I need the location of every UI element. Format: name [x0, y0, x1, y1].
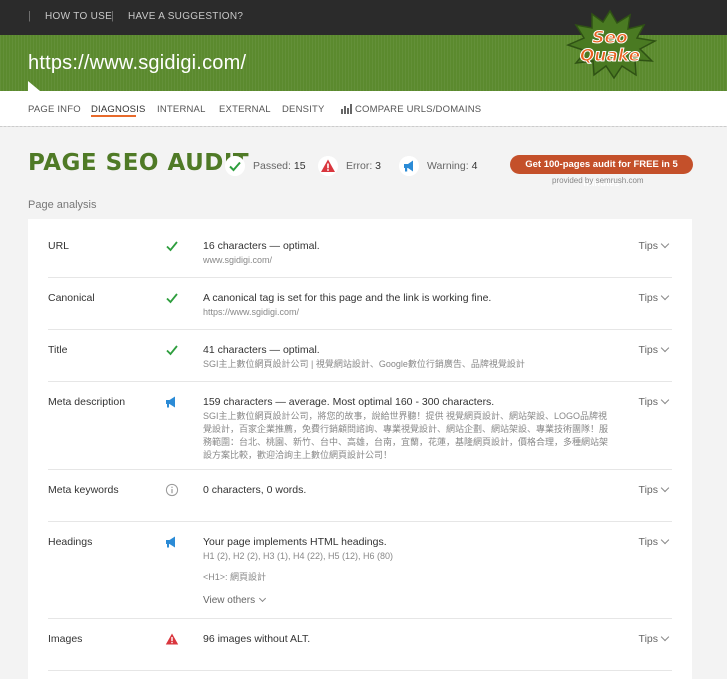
tab-internal[interactable]: INTERNAL	[157, 104, 206, 115]
tips-toggle[interactable]: Tips	[638, 395, 670, 408]
tips-toggle[interactable]: Tips	[638, 291, 670, 304]
nav-tabs: PAGE INFO DIAGNOSIS INTERNAL EXTERNAL DE…	[0, 91, 727, 127]
error-label: Error:	[346, 160, 373, 172]
row-primary-text: 16 characters — optimal.	[203, 240, 320, 252]
row-primary-text: 41 characters — optimal.	[203, 344, 320, 356]
row-name: Images	[48, 633, 83, 645]
table-row: Canonical A canonical tag is set for thi…	[48, 291, 672, 330]
row-secondary-text: H1 (2), H2 (2), H3 (1), H4 (22), H5 (12)…	[203, 551, 394, 561]
tab-diagnosis[interactable]: DIAGNOSIS	[91, 104, 146, 115]
row-secondary-text: www.sgidigi.com/	[203, 255, 273, 265]
table-row: Title 41 characters — optimal. SGI主上數位網頁…	[48, 343, 672, 382]
row-primary-text: 159 characters — average. Most optimal 1…	[203, 396, 495, 408]
check-icon	[166, 345, 178, 356]
table-row: URL 16 characters — optimal. www.sgidigi…	[48, 239, 672, 278]
tab-external[interactable]: EXTERNAL	[219, 104, 271, 115]
error-icon	[165, 633, 179, 645]
table-row: Meta description 159 characters — averag…	[48, 395, 672, 470]
row-primary-text: Your page implements HTML headings.	[203, 536, 387, 548]
passed-label: Passed:	[253, 160, 291, 172]
tips-label: Tips	[638, 536, 658, 548]
row-primary-text: A canonical tag is set for this page and…	[203, 292, 492, 304]
tips-label: Tips	[638, 292, 658, 304]
chevron-down-icon	[259, 594, 267, 603]
provided-by-text: provided by semrush.com	[552, 176, 644, 185]
row-name: Headings	[48, 536, 93, 548]
tips-toggle[interactable]: Tips	[638, 483, 670, 496]
row-primary-text: 0 characters, 0 words.	[203, 484, 307, 496]
view-others-label: View others	[203, 595, 256, 606]
chevron-down-icon	[660, 632, 670, 642]
active-tab-indicator	[91, 115, 136, 117]
row-name: Canonical	[48, 292, 95, 304]
row-primary-text: 96 images without ALT.	[203, 633, 311, 645]
row-name: Meta keywords	[48, 484, 119, 496]
tips-toggle[interactable]: Tips	[638, 239, 670, 252]
suggestion-link[interactable]: HAVE A SUGGESTION?	[128, 11, 243, 22]
logo-text-line2: Quake	[580, 46, 640, 66]
table-row: Headings Your page implements HTML headi…	[48, 535, 672, 619]
row-secondary-text: https://www.sgidigi.com/	[203, 307, 300, 317]
seoquake-logo: Seo Quake	[565, 9, 658, 79]
page-title: PAGE SEO AUDIT	[28, 150, 250, 176]
passed-count: 15	[293, 160, 306, 172]
row-name: URL	[48, 240, 70, 252]
chevron-down-icon	[660, 343, 670, 353]
tips-toggle[interactable]: Tips	[638, 343, 670, 356]
megaphone-icon	[166, 536, 175, 548]
chevron-down-icon	[660, 291, 670, 301]
row-name: Title	[48, 344, 68, 356]
logo-text-line1: Seo	[592, 28, 628, 48]
row-name: Meta description	[48, 396, 126, 408]
info-icon	[165, 483, 179, 497]
tips-toggle[interactable]: Tips	[638, 632, 670, 645]
table-row: Images 96 images without ALT. Tips	[48, 632, 672, 671]
tips-label: Tips	[638, 344, 658, 356]
tab-compare-urls[interactable]: COMPARE URLS/DOMAINS	[355, 104, 481, 115]
separator: |	[111, 10, 114, 22]
view-others-toggle[interactable]: View others	[203, 594, 267, 606]
table-row: Meta keywords 0 characters, 0 words. Tip…	[48, 483, 672, 522]
analysis-panel: URL 16 characters — optimal. www.sgidigi…	[28, 219, 692, 679]
megaphone-icon	[399, 156, 419, 176]
chevron-down-icon	[660, 535, 670, 545]
banner-notch	[28, 81, 40, 91]
how-to-use-link[interactable]: HOW TO USE	[45, 11, 112, 22]
nav-divider	[0, 126, 727, 127]
section-title: Page analysis	[28, 199, 97, 211]
tips-label: Tips	[638, 396, 658, 408]
bar-chart-icon	[341, 104, 352, 114]
tab-page-info[interactable]: PAGE INFO	[28, 104, 81, 115]
tab-density[interactable]: DENSITY	[282, 104, 325, 115]
error-icon	[318, 156, 338, 176]
warning-label: Warning:	[427, 160, 469, 172]
tips-toggle[interactable]: Tips	[638, 535, 670, 548]
separator: |	[28, 10, 31, 22]
megaphone-icon	[166, 396, 175, 408]
tips-label: Tips	[638, 633, 658, 645]
page-url: https://www.sgidigi.com/	[28, 52, 247, 74]
chevron-down-icon	[660, 395, 670, 405]
chevron-down-icon	[660, 239, 670, 249]
check-icon	[166, 293, 178, 304]
free-audit-button[interactable]: Get 100-pages audit for FREE in 5 minute…	[510, 155, 693, 189]
row-secondary-text: SGI主上數位網頁設計公司，將您的故事，說給世界聽！提供 視覺網頁設計、網站架設…	[203, 411, 609, 460]
check-icon	[166, 241, 178, 252]
check-icon	[225, 156, 245, 176]
tips-label: Tips	[638, 484, 658, 496]
warning-count: 4	[471, 160, 478, 172]
row-secondary-text: SGI主上數位網頁設計公司 | 視覺網站設計、Google數位行銷廣告、品牌視覺…	[203, 359, 525, 369]
error-count: 3	[375, 160, 382, 172]
tips-label: Tips	[638, 240, 658, 252]
h1-value: <H1>: 網頁設計	[203, 572, 267, 582]
chevron-down-icon	[660, 483, 670, 493]
